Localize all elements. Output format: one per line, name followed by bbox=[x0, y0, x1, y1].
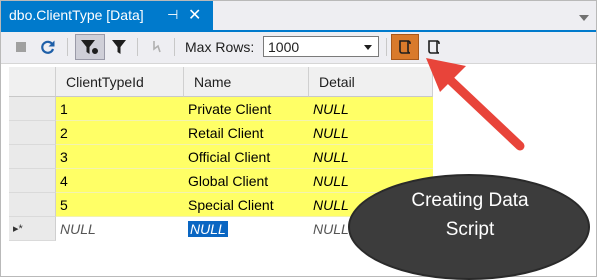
annotation-line-2: Script bbox=[445, 219, 495, 240]
annotation-line-1: Creating Data bbox=[411, 190, 529, 211]
arrow-shaft bbox=[443, 73, 525, 151]
annotation-text: Creating Data Script bbox=[380, 186, 560, 244]
